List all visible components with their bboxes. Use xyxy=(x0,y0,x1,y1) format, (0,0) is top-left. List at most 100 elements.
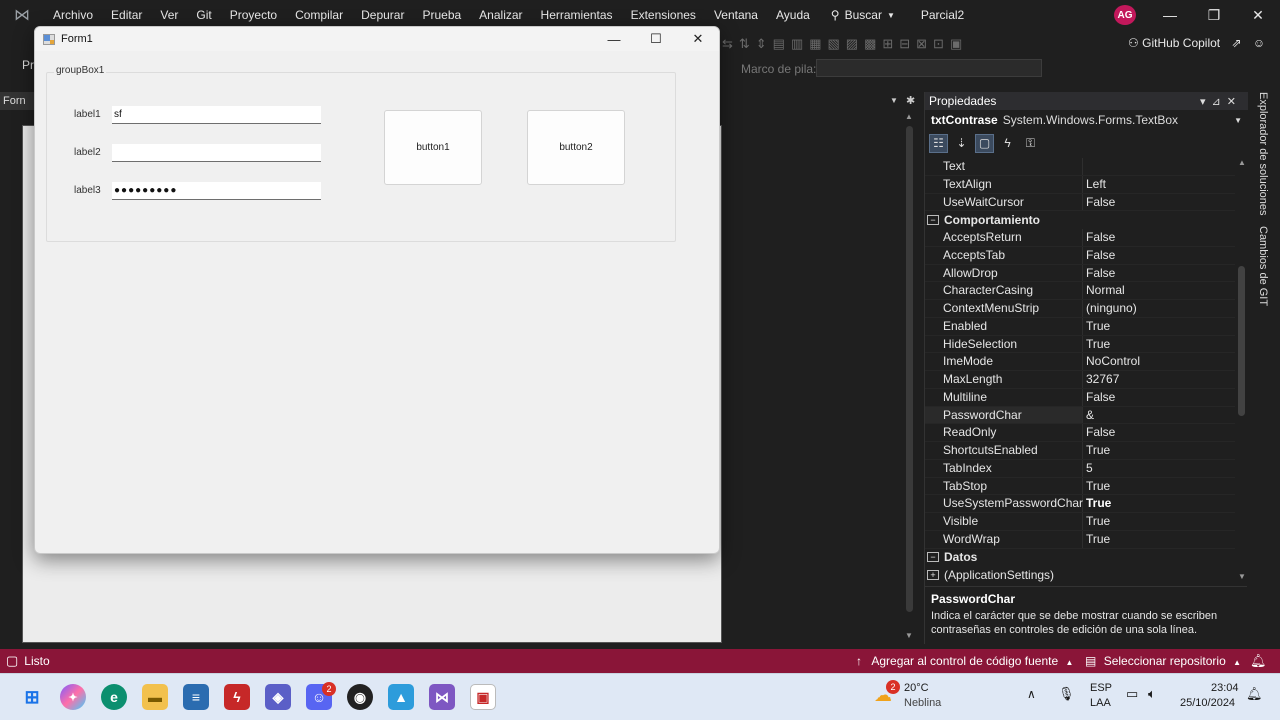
property-row-textalign[interactable]: TextAlign Left xyxy=(925,175,1235,194)
edge-browser-icon[interactable]: e xyxy=(101,684,127,710)
button1[interactable]: button1 xyxy=(384,110,482,185)
form-maximize-button[interactable]: ☐ xyxy=(635,27,677,51)
volume-icon[interactable]: 🔈︎ xyxy=(1148,686,1156,702)
property-row[interactable]: TabIndex 5 xyxy=(925,459,1235,478)
property-pages-icon[interactable]: ⚿ xyxy=(1021,134,1040,153)
dropdown-icon[interactable]: ▼ xyxy=(890,96,898,105)
property-value[interactable]: (ninguno) xyxy=(1083,300,1137,317)
property-value[interactable]: True xyxy=(1083,495,1111,512)
expand-icon[interactable]: + xyxy=(927,570,939,581)
property-row[interactable]: ShortcutsEnabled True xyxy=(925,442,1235,460)
property-row[interactable]: AcceptsReturn False xyxy=(925,229,1235,247)
teams-app-icon[interactable]: ◈ xyxy=(265,684,291,710)
property-value[interactable]: False xyxy=(1083,229,1115,246)
weather-desc[interactable]: Neblina xyxy=(904,697,941,709)
chevron-up-icon[interactable]: ∧ xyxy=(1027,687,1036,701)
scrollbar-thumb[interactable] xyxy=(1238,266,1245,416)
property-row-passwordchar[interactable]: PasswordChar & xyxy=(925,406,1235,425)
form1-window[interactable]: Form1 — ☐ ✕ groupBox1 label1 label2 labe… xyxy=(34,26,720,554)
property-row[interactable]: TabStop True xyxy=(925,477,1235,496)
property-row[interactable]: ReadOnly False xyxy=(925,424,1235,442)
source-control-button[interactable]: ↑ Agregar al control de código fuente ▲ xyxy=(856,654,1073,668)
property-value[interactable]: True xyxy=(1083,442,1110,459)
property-row-appsettings[interactable]: + (ApplicationSettings) xyxy=(925,566,1235,583)
password-textbox[interactable]: ●●●●●●●●● xyxy=(112,182,321,200)
alphabetical-icon[interactable]: ⇣ xyxy=(952,134,971,153)
share-icon[interactable]: ⇗ xyxy=(1232,36,1242,50)
property-row[interactable]: ImeMode NoControl xyxy=(925,353,1235,371)
photos-icon[interactable]: ▲ xyxy=(388,684,414,710)
button2[interactable]: button2 xyxy=(527,110,625,185)
minimize-button[interactable]: — xyxy=(1148,0,1192,30)
property-value[interactable]: True xyxy=(1083,513,1110,530)
copilot-app-icon[interactable]: ✦ xyxy=(60,684,86,710)
microphone-icon[interactable]: 🎙︎ xyxy=(1058,686,1075,702)
designer-tab[interactable]: Forn xyxy=(0,92,34,110)
property-row[interactable]: Visible True xyxy=(925,513,1235,531)
property-row[interactable]: WordWrap True xyxy=(925,530,1235,549)
scrollbar-thumb[interactable] xyxy=(906,126,913,612)
scroll-up-icon[interactable]: ▲ xyxy=(905,112,913,121)
gear-icon[interactable]: ✱ xyxy=(906,94,915,107)
property-value[interactable]: False xyxy=(1083,247,1115,264)
scroll-down-icon[interactable]: ▼ xyxy=(1238,572,1246,581)
events-icon[interactable]: ϟ xyxy=(998,134,1017,153)
scroll-down-icon[interactable]: ▼ xyxy=(905,631,913,640)
github-copilot-button[interactable]: ⚇ GitHub Copilot ⇗ ☺ xyxy=(1128,36,1265,50)
property-value[interactable]: True xyxy=(1083,531,1110,548)
property-row-usewaitcursor[interactable]: UseWaitCursor False xyxy=(925,193,1235,212)
property-row[interactable]: UseSystemPasswordChar True xyxy=(925,495,1235,513)
property-value[interactable]: True xyxy=(1083,318,1110,335)
property-value[interactable]: 5 xyxy=(1083,460,1093,477)
search-button[interactable]: ⚲ Buscar ▼ xyxy=(831,8,895,22)
category-datos[interactable]: − Datos xyxy=(925,549,1235,567)
weather-temp[interactable]: 20°C xyxy=(904,682,929,694)
property-row[interactable]: Enabled True xyxy=(925,317,1235,336)
property-value[interactable] xyxy=(1083,158,1086,175)
categorized-icon[interactable]: ☷ xyxy=(929,133,948,153)
solution-explorer-tab[interactable]: Explorador de soluciones xyxy=(1257,92,1269,216)
property-value[interactable]: Normal xyxy=(1083,282,1125,299)
collapse-icon[interactable]: − xyxy=(927,552,939,563)
property-row[interactable]: Multiline False xyxy=(925,388,1235,407)
property-value[interactable]: False xyxy=(1083,424,1115,441)
git-changes-tab[interactable]: Cambios de GIT xyxy=(1257,226,1269,306)
form1-app-icon[interactable]: ▣ xyxy=(470,684,496,710)
property-value[interactable]: False xyxy=(1083,194,1115,211)
notepad-icon[interactable]: ≡ xyxy=(183,684,209,710)
toolbar-layout-icons[interactable]: ⇆⇅⇕▤▥▦▧▨▩⊞⊟⊠⊡▣ xyxy=(722,36,968,52)
property-value[interactable]: True xyxy=(1083,478,1110,495)
property-row[interactable]: CharacterCasing Normal xyxy=(925,282,1235,300)
menu-ayuda[interactable]: Ayuda xyxy=(767,0,819,30)
feedback-icon[interactable]: ☺ xyxy=(1253,36,1265,50)
file-explorer-icon[interactable]: ▬ xyxy=(142,684,168,710)
clock-time[interactable]: 23:04 xyxy=(1211,682,1239,694)
property-row-text[interactable]: Text xyxy=(925,158,1235,176)
property-value[interactable]: & xyxy=(1083,407,1094,424)
clock-date[interactable]: 25/10/2024 xyxy=(1180,697,1235,709)
property-value[interactable]: False xyxy=(1083,265,1115,282)
stack-frame-dropdown[interactable] xyxy=(816,59,1042,77)
designer-scrollbar[interactable]: ▲ ▼ xyxy=(903,112,917,642)
textbox2[interactable] xyxy=(112,144,321,162)
form-minimize-button[interactable]: — xyxy=(593,27,635,51)
form-close-button[interactable]: ✕ xyxy=(677,27,719,51)
object-selector[interactable]: txtContrase System.Windows.Forms.TextBox… xyxy=(925,110,1248,130)
select-repo-button[interactable]: ▤ Seleccionar repositorio ▲ xyxy=(1085,654,1241,668)
panel-controls[interactable]: ▾⊿✕ xyxy=(1200,95,1242,108)
property-row[interactable]: AcceptsTab False xyxy=(925,246,1235,265)
property-row[interactable]: AllowDrop False xyxy=(925,264,1235,283)
visual-studio-icon[interactable]: ⋈ xyxy=(429,684,455,710)
notification-bell-icon[interactable]: 🔔︎ xyxy=(1246,686,1263,702)
network-icon[interactable]: ▭ xyxy=(1126,686,1138,702)
obs-icon[interactable]: ◉ xyxy=(347,684,373,710)
collapse-icon[interactable]: − xyxy=(927,215,939,226)
textbox1[interactable]: sf xyxy=(112,106,321,124)
property-row[interactable]: MaxLength 32767 xyxy=(925,371,1235,389)
language-secondary[interactable]: LAA xyxy=(1090,697,1111,709)
scroll-up-icon[interactable]: ▲ xyxy=(1238,158,1246,167)
property-value[interactable]: 32767 xyxy=(1083,371,1119,388)
property-row[interactable]: HideSelection True xyxy=(925,335,1235,354)
property-value[interactable]: Left xyxy=(1083,176,1106,193)
language-primary[interactable]: ESP xyxy=(1090,682,1112,694)
